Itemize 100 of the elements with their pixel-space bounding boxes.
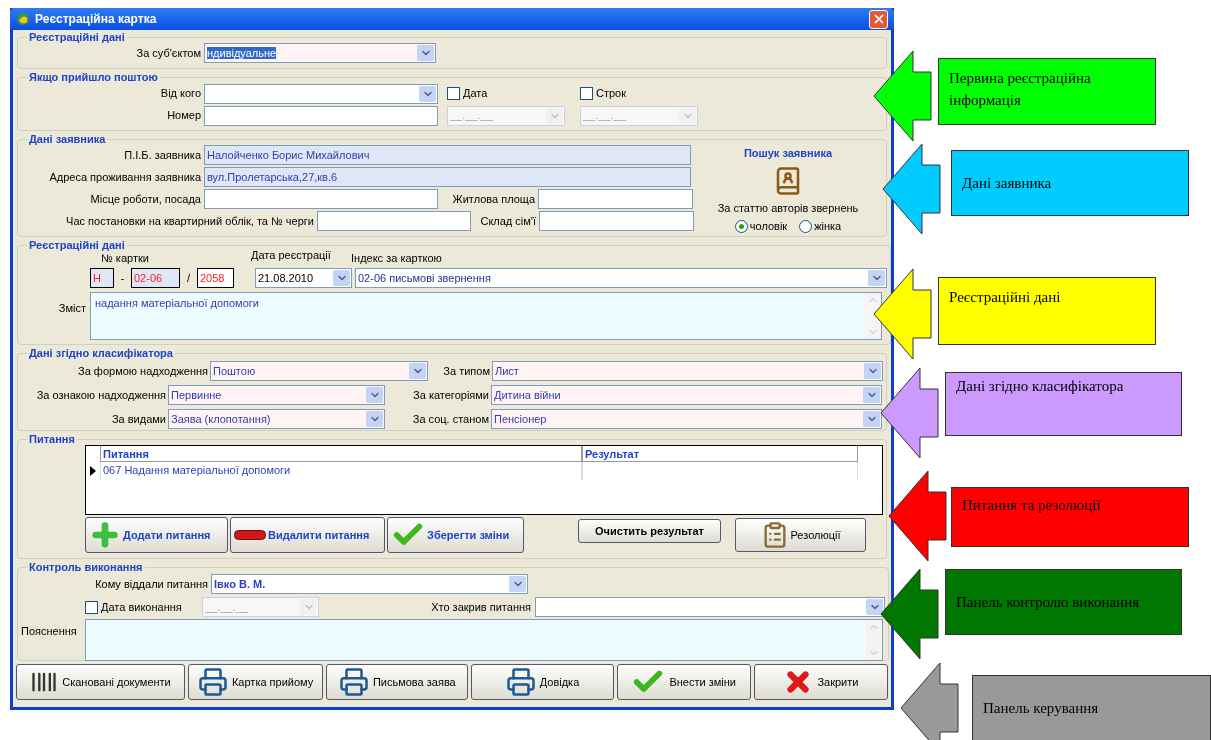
column-header[interactable]: Питання: [100, 446, 582, 462]
checkbox[interactable]: [580, 87, 593, 100]
field-label: Пояснення: [21, 624, 78, 639]
dropdown-field[interactable]: Лист: [492, 361, 883, 381]
field-label: За типом: [442, 363, 490, 379]
text-field[interactable]: [204, 105, 438, 126]
action-button[interactable]: Очистить результат: [578, 519, 721, 543]
dropdown-field[interactable]: [204, 83, 438, 104]
field-label: П.І.Б. заявника: [123, 147, 201, 163]
text-field[interactable]: [539, 211, 694, 231]
chevron-down-icon[interactable]: [864, 363, 881, 379]
field-label: За ознакою надходження: [35, 387, 166, 403]
printer-icon: [505, 667, 536, 697]
callout-label: Дані заявника: [951, 150, 1189, 216]
callout-label: Питання та резолюції: [951, 487, 1189, 547]
chevron-down-icon[interactable]: [333, 270, 350, 286]
printer-icon: [197, 667, 228, 697]
callout-label: Дані згідно класифікатора: [945, 372, 1182, 436]
chevron-down-icon[interactable]: [409, 363, 426, 379]
toolbar-button[interactable]: Картка прийому: [188, 664, 324, 700]
text-field[interactable]: 2058: [197, 268, 234, 288]
field-label: /: [185, 270, 192, 286]
dropdown-field[interactable]: Поштою: [210, 361, 428, 381]
toolbar-button[interactable]: Закрити: [753, 664, 888, 700]
text-field[interactable]: [204, 189, 438, 209]
field-label: Від кого: [159, 86, 201, 102]
callout-label: Первина реєстраційна інформація: [938, 58, 1156, 125]
section-title: Контроль виконання: [28, 561, 144, 573]
action-button[interactable]: Резолюції: [735, 518, 866, 552]
checkbox[interactable]: [85, 600, 98, 614]
dropdown-field[interactable]: 02-06 письмові звернення: [355, 268, 887, 288]
field-label: Адреса проживання заявника: [48, 169, 201, 185]
toolbar-button[interactable]: Письмова заява: [326, 664, 469, 700]
table-cell: 067 Надання матеріальної допомоги: [100, 462, 582, 480]
toolbar-button[interactable]: Внести зміни: [616, 664, 751, 700]
dropdown-field[interactable]: Первинне: [168, 385, 385, 405]
action-button[interactable]: Зберегти зміни: [387, 517, 524, 553]
action-button[interactable]: Додати питання: [85, 517, 228, 553]
field-label: За статтю авторів звернень: [717, 200, 859, 216]
column-header[interactable]: Результат: [582, 446, 858, 462]
section-title: Реєстраційні дані: [28, 239, 126, 251]
field-label: Склад сім'ї: [479, 213, 536, 229]
field-label: Час постановки на квартирний облік, та № черги: [65, 213, 314, 229]
callout-label: Панель контролю виконання: [945, 569, 1182, 635]
dropdown-field[interactable]: 21.08.2010: [255, 268, 352, 288]
chevron-down-icon[interactable]: [419, 85, 436, 102]
close-button[interactable]: [869, 9, 888, 29]
table-row[interactable]: 067 Надання матеріальної допомоги: [86, 462, 882, 480]
field-label: За формою надходження: [77, 363, 208, 379]
toolbar-button[interactable]: Скановані документи: [16, 664, 185, 700]
section-title: Дані заявника: [28, 133, 107, 145]
dropdown-field[interactable]: Дитина війни: [491, 385, 882, 405]
chevron-down-icon[interactable]: [868, 270, 885, 286]
radio-button[interactable]: [734, 219, 748, 233]
field-label: Номер: [166, 108, 201, 124]
field-label: -: [119, 270, 126, 286]
chevron-down-icon[interactable]: [863, 411, 880, 427]
text-area[interactable]: надання матеріальної допомоги: [90, 292, 882, 340]
text-area[interactable]: [85, 619, 883, 661]
chevron-down-icon[interactable]: [366, 411, 383, 427]
text-field[interactable]: вул.Пролетарська,27,кв.6: [204, 167, 691, 187]
chevron-down-icon[interactable]: [866, 599, 883, 615]
field-label: Строк: [596, 86, 627, 102]
field-label: За видами: [110, 411, 166, 427]
action-button[interactable]: Видалити питання: [230, 517, 385, 553]
text-field[interactable]: Налойченко Борис Михайлович: [204, 145, 691, 165]
field-label: За суб'єктом: [135, 45, 201, 61]
field-label: Кому віддали питання: [94, 576, 208, 592]
field-label: чоловік: [749, 219, 788, 234]
field-label: Дата виконання: [101, 599, 182, 615]
callout-label: Реєстраційні дані: [938, 277, 1156, 345]
text-field[interactable]: [538, 189, 693, 209]
dropdown-field[interactable]: [535, 597, 885, 617]
field-label: Хто закрив питання: [430, 599, 531, 615]
chevron-down-icon[interactable]: [417, 45, 434, 61]
field-label: Дата реєстрації: [251, 248, 332, 263]
dropdown-field[interactable]: Пенсіонер: [491, 409, 882, 429]
minus-icon: [234, 530, 266, 540]
section-title: Дані згідно класифікатора: [28, 347, 174, 359]
field-label: За категоріями: [412, 387, 489, 403]
field-label: № картки: [101, 251, 150, 266]
search-link[interactable]: Пошук заявника: [743, 145, 833, 162]
chevron-down-icon[interactable]: [863, 387, 880, 403]
printer-icon: [338, 667, 369, 697]
section-title: Якщо прийшло поштою: [28, 71, 159, 83]
radio-button[interactable]: [799, 219, 813, 233]
toolbar-button[interactable]: Довідка: [471, 664, 614, 700]
section-title: Реєстраційні дані: [28, 31, 126, 43]
dropdown-field[interactable]: Івко В. М.: [211, 574, 528, 594]
callout-label: Панель керування: [972, 675, 1211, 740]
dropdown-field[interactable]: ндивідуальне: [204, 43, 436, 63]
chevron-down-icon[interactable]: [509, 576, 526, 592]
dropdown-field[interactable]: Заява (клопотання): [168, 409, 385, 429]
text-field[interactable]: [317, 211, 471, 231]
checkbox[interactable]: [447, 87, 460, 100]
field-label: жінка: [814, 219, 842, 234]
chevron-down-icon[interactable]: [366, 387, 383, 403]
field-label: Зміст: [57, 301, 86, 316]
field-label: Дата: [463, 86, 488, 102]
field-label: Індекс за карткою: [351, 250, 442, 266]
